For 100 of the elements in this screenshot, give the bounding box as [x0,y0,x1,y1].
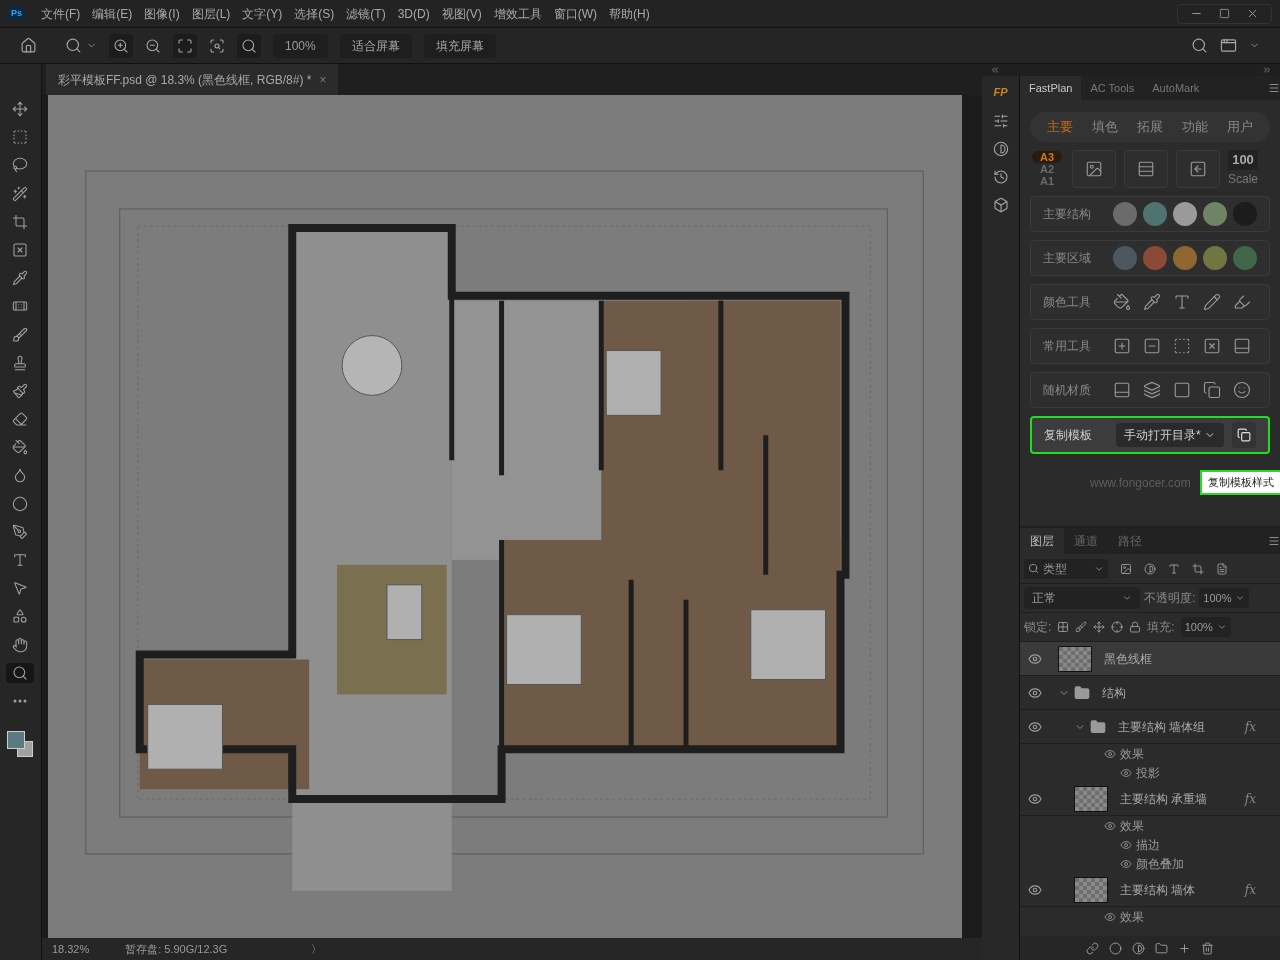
pencil-icon[interactable] [1203,293,1221,311]
copy-icon[interactable] [1203,381,1221,399]
color-swatch[interactable] [1143,202,1167,226]
document-tab[interactable]: 彩平模板FF.psd @ 18.3% (黑色线框, RGB/8#) * × [45,64,339,95]
eye-icon[interactable] [1028,791,1042,806]
zoom-window-icon[interactable] [209,37,225,54]
zoom-out-icon[interactable] [145,37,161,54]
copy-button[interactable] [1232,422,1256,448]
eye-icon[interactable] [1104,747,1116,760]
subtab[interactable]: 用户 [1226,117,1253,137]
eye-icon[interactable] [1104,819,1116,832]
color-swatch[interactable] [1203,246,1227,270]
home-icon[interactable] [20,37,37,54]
panel-icon-button[interactable] [1124,150,1168,188]
search-icon[interactable] [1191,37,1208,54]
subtab[interactable]: 填色 [1092,117,1119,137]
tool-button[interactable] [6,662,35,683]
subtab[interactable]: 拓展 [1137,117,1163,137]
menu-item[interactable]: 选择(S) [294,4,335,23]
menu-icon[interactable] [1268,535,1280,547]
menu-item[interactable]: 图层(L) [191,4,231,23]
color-swatch[interactable] [1143,246,1167,270]
minus-icon[interactable] [1143,337,1161,355]
paint-bucket-icon[interactable] [1113,293,1131,311]
smile-icon[interactable] [1233,381,1251,399]
panel-icon-button[interactable] [1072,150,1116,188]
close-icon[interactable] [1246,7,1259,20]
color-swatch[interactable] [1233,246,1257,270]
zoom-icon[interactable] [65,37,82,54]
square-icon[interactable] [1173,381,1191,399]
workspace-icon[interactable] [1220,37,1237,54]
mask-icon[interactable] [1109,941,1122,955]
half-circle-icon[interactable] [1144,562,1156,575]
panel-icon-button[interactable] [1176,150,1220,188]
color-swatch[interactable] [1113,246,1137,270]
image-icon[interactable] [1120,562,1132,575]
grid-icon[interactable] [1057,621,1070,633]
panel-tab[interactable]: FastPlan [1020,76,1082,100]
menu-item[interactable]: 文字(Y) [242,4,283,23]
eye-icon[interactable] [1028,719,1042,734]
subtab[interactable]: 主要 [1047,117,1074,137]
eyedropper-icon[interactable] [1143,293,1161,311]
eye-icon[interactable] [1120,766,1132,779]
half-circle-icon[interactable] [1132,941,1145,955]
menu-icon[interactable] [1268,82,1280,94]
menu-item[interactable]: 图像(I) [144,4,180,23]
eye-icon[interactable] [1028,651,1042,666]
eye-icon[interactable] [1120,857,1132,870]
plugin-logo[interactable]: FP [993,84,1008,101]
menu-item[interactable]: 增效工具 [493,4,542,23]
zoom-in-icon[interactable] [113,37,129,54]
menu-item[interactable]: 3D(D) [397,4,430,23]
color-swatch[interactable] [1113,202,1137,226]
folder-icon[interactable] [1155,941,1168,955]
menu-item[interactable]: 视图(V) [441,4,482,23]
zoom-field[interactable]: 100% [273,33,328,58]
eye-icon[interactable] [1028,882,1042,897]
type-icon[interactable] [1168,562,1180,575]
document-icon[interactable] [1216,562,1228,575]
opacity-field[interactable]: 100% [1199,588,1250,608]
half-circle-icon[interactable] [992,140,1009,157]
paper-size-option[interactable]: A3 [1031,151,1063,163]
color-swatch[interactable] [1173,202,1197,226]
status-arrow[interactable]: 〉 [311,940,323,958]
maximize-icon[interactable] [1219,8,1230,19]
panel-tab[interactable]: AC Tools [1081,76,1144,100]
trash-icon[interactable] [1201,941,1214,955]
color-swatches-icon[interactable] [7,731,34,758]
panel-tab[interactable]: 图层 [1020,528,1064,554]
blend-mode-select[interactable]: 正常 [1024,587,1140,609]
layer-row[interactable]: 黑色线框 [1020,642,1280,676]
panel-tab[interactable]: AutoMark [1143,76,1209,100]
plus-icon[interactable] [1178,941,1191,955]
scale-field[interactable]: 100 [1228,150,1258,170]
sliders-icon[interactable] [992,112,1009,129]
fit-icon[interactable] [177,37,193,54]
zoom-preset-button[interactable]: 填充屏幕 [423,33,496,58]
color-swatch[interactable] [1173,246,1197,270]
crosshair-icon[interactable] [1111,621,1124,633]
menu-item[interactable]: 滤镜(T) [346,4,386,23]
tab-close[interactable]: × [319,70,327,89]
panel-icon[interactable] [1113,381,1131,399]
dashed-square-icon[interactable] [1173,337,1191,355]
history-icon[interactable] [992,168,1009,185]
menu-item[interactable]: 编辑(E) [92,4,133,23]
move-icon[interactable] [1093,621,1106,633]
close-icon[interactable] [1203,337,1221,355]
marker-icon[interactable] [1233,293,1251,311]
split-square-icon[interactable] [1233,337,1251,355]
fill-field[interactable]: 100% [1180,617,1231,637]
eye-icon[interactable] [1028,685,1042,700]
scrubby-zoom-icon[interactable] [241,37,257,54]
filter-select[interactable]: 类型 [1024,558,1108,579]
brush-icon[interactable] [1075,621,1088,633]
color-swatch[interactable] [1203,202,1227,226]
menu-item[interactable]: 窗口(W) [553,4,597,23]
link-icon[interactable] [1086,941,1099,955]
menu-item[interactable]: 帮助(H) [609,4,650,23]
layers-icon[interactable] [1143,381,1161,399]
zoom-preset-button[interactable]: 适合屏幕 [339,33,412,58]
